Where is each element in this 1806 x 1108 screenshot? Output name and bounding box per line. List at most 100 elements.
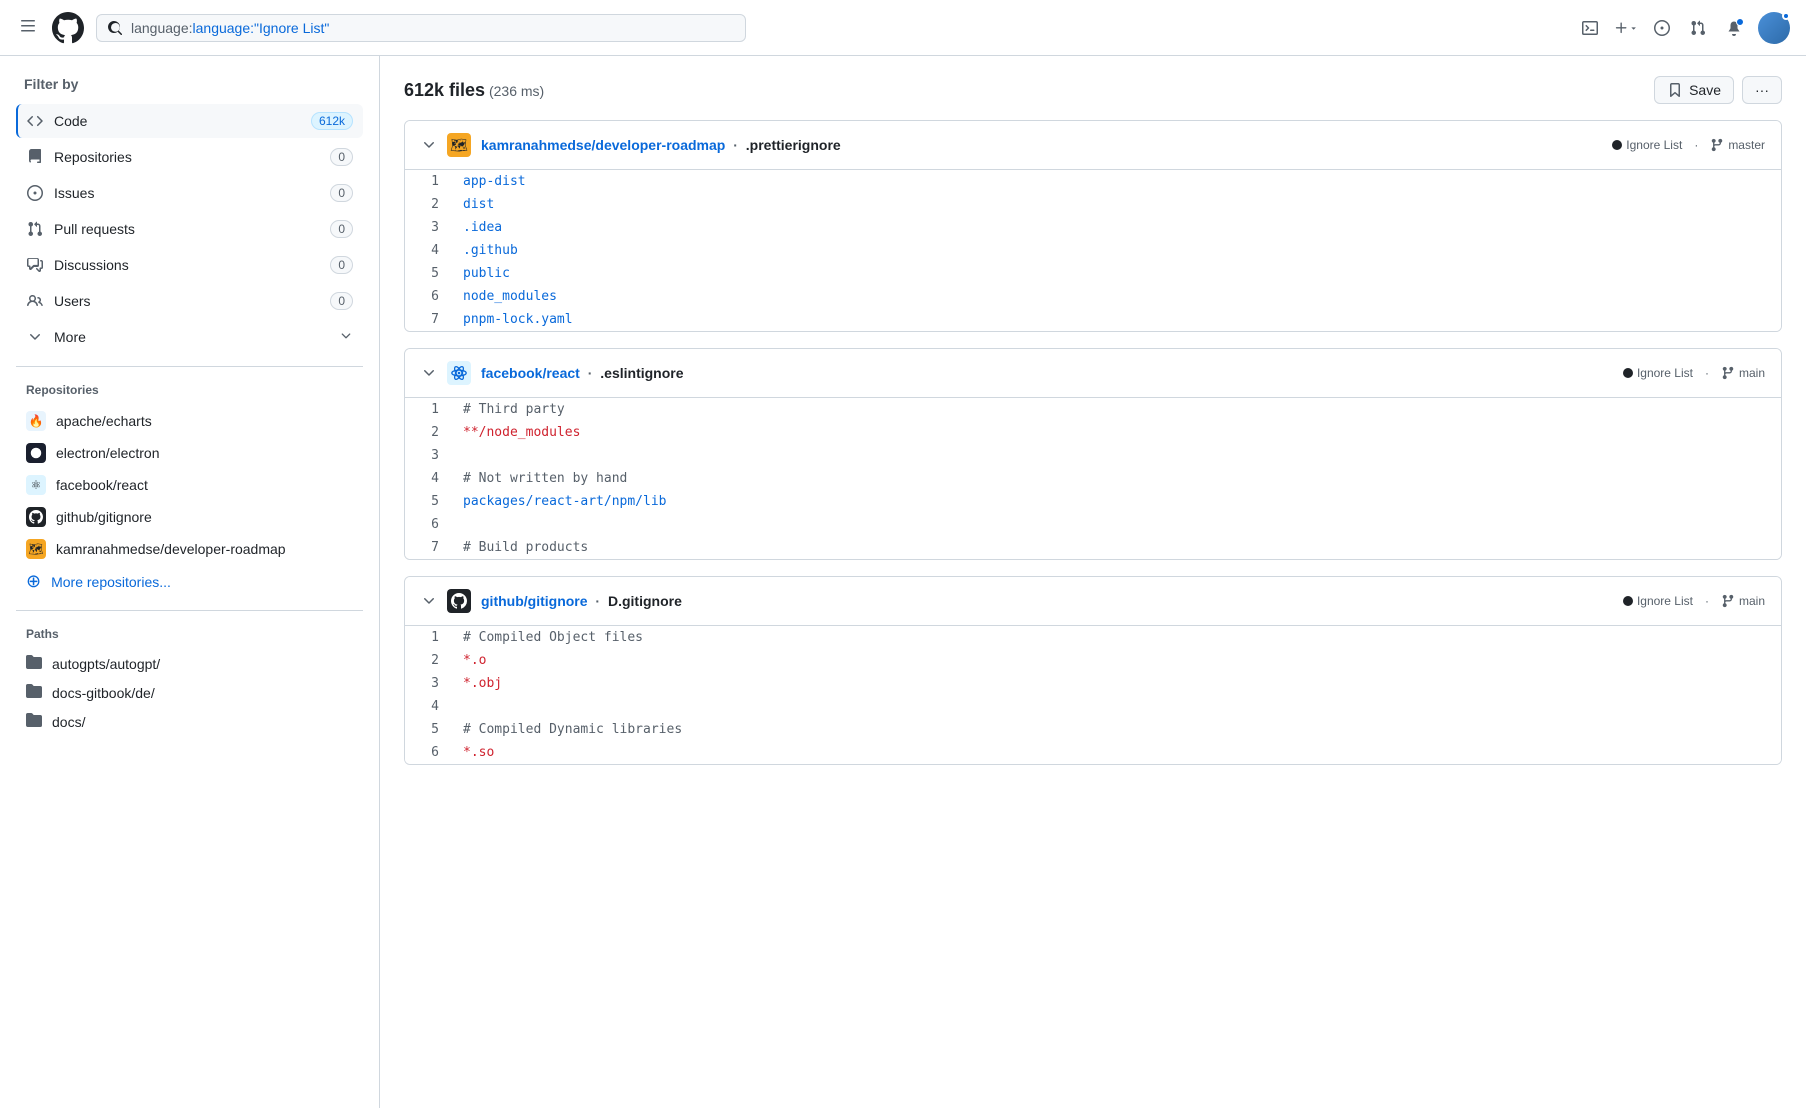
paths-list: autogpts/autogpt/docs-gitbook/de/docs/: [16, 649, 363, 736]
discussions-filter-icon: [26, 256, 44, 274]
repo-avatar: ⚛: [26, 475, 46, 495]
line-content: app-dist: [455, 172, 1781, 191]
card-repo-link[interactable]: github/gitignore: [481, 593, 588, 609]
path-label: docs-gitbook/de/: [52, 685, 155, 701]
code-line: 1# Compiled Object files: [405, 626, 1781, 649]
sidebar-path-item[interactable]: docs/: [16, 707, 363, 736]
line-number: 7: [405, 538, 455, 557]
repo-name-label: apache/echarts: [56, 413, 152, 429]
language-badge: Ignore List: [1623, 594, 1693, 608]
hamburger-menu[interactable]: [16, 14, 40, 41]
sidebar-path-item[interactable]: docs-gitbook/de/: [16, 678, 363, 707]
avatar-online-dot: [1782, 12, 1790, 20]
github-logo[interactable]: [52, 12, 84, 44]
sidebar-repo-item[interactable]: ⚛facebook/react: [16, 469, 363, 501]
sidebar: Filter by Code612kRepositories0Issues0Pu…: [0, 56, 380, 1108]
line-content: # Compiled Dynamic libraries: [455, 720, 1781, 739]
pull-requests-label: Pull requests: [54, 221, 320, 237]
more-repos-label: More repositories...: [51, 574, 171, 590]
user-avatar[interactable]: [1758, 12, 1790, 44]
line-number: 4: [405, 697, 455, 716]
line-number: 4: [405, 241, 455, 260]
notification-dot: [1736, 18, 1744, 26]
collapse-button[interactable]: [421, 365, 437, 381]
card-meta: Ignore List · main: [1623, 594, 1765, 608]
repo-name-label: electron/electron: [56, 445, 160, 461]
code-line: 2**/node_modules: [405, 421, 1781, 444]
line-content: *.o: [455, 651, 1781, 670]
repo-avatar: 🗺: [26, 539, 46, 559]
sidebar-item-discussions[interactable]: Discussions0: [16, 248, 363, 282]
card-repo-link[interactable]: kamranahmedse/developer-roadmap: [481, 137, 725, 153]
line-content: .github: [455, 241, 1781, 260]
paths-section-title: Paths: [16, 623, 363, 649]
code-line: 3*.obj: [405, 672, 1781, 695]
issues-icon[interactable]: [1650, 16, 1674, 40]
language-badge: Ignore List: [1612, 138, 1682, 152]
sidebar-repo-item[interactable]: github/gitignore: [16, 501, 363, 533]
create-chevron-icon: [1629, 23, 1638, 33]
branch-label: master: [1728, 138, 1765, 152]
card-separator: ·: [733, 137, 738, 153]
code-line: 1# Third party: [405, 398, 1781, 421]
line-number: 3: [405, 218, 455, 237]
main-layout: Filter by Code612kRepositories0Issues0Pu…: [0, 56, 1806, 1108]
sidebar-path-item[interactable]: autogpts/autogpt/: [16, 649, 363, 678]
line-number: 4: [405, 469, 455, 488]
folder-icon: [26, 654, 42, 673]
line-number: 3: [405, 446, 455, 465]
issues-label: Issues: [54, 185, 320, 201]
code-line: 7# Build products: [405, 536, 1781, 559]
code-line: 7pnpm-lock.yaml: [405, 308, 1781, 331]
pull-requests-count: 0: [330, 220, 353, 238]
search-bar[interactable]: language:language:"Ignore List": [96, 14, 746, 42]
bookmark-icon: [1667, 82, 1683, 98]
language-badge: Ignore List: [1623, 366, 1693, 380]
line-content: packages/react-art/npm/lib: [455, 492, 1781, 511]
pulls-icon[interactable]: [1686, 16, 1710, 40]
sidebar-item-code[interactable]: Code612k: [16, 104, 363, 138]
sidebar-item-issues[interactable]: Issues0: [16, 176, 363, 210]
collapse-button[interactable]: [421, 593, 437, 609]
card-repo-link[interactable]: facebook/react: [481, 365, 580, 381]
code-line: 6*.so: [405, 741, 1781, 764]
create-icon[interactable]: [1614, 16, 1638, 40]
sidebar-item-users[interactable]: Users0: [16, 284, 363, 318]
repo-avatar: [26, 443, 46, 463]
language-dot: [1623, 596, 1633, 606]
repo-avatar: [26, 507, 46, 527]
results-cards: 🗺 kamranahmedse/developer-roadmap · .pre…: [404, 120, 1782, 765]
line-content: # Compiled Object files: [455, 628, 1781, 647]
sidebar-item-more[interactable]: More: [16, 320, 363, 354]
results-time: (236 ms): [489, 83, 544, 99]
sidebar-divider-1: [16, 366, 363, 367]
collapse-button[interactable]: [421, 137, 437, 153]
card-filename: .prettierignore: [746, 137, 841, 153]
repositories-filter-icon: [26, 148, 44, 166]
line-content: **/node_modules: [455, 423, 1781, 442]
sidebar-item-repositories[interactable]: Repositories0: [16, 140, 363, 174]
folder-icon: [26, 712, 42, 731]
more-actions-button[interactable]: ···: [1742, 76, 1782, 104]
save-button[interactable]: Save: [1654, 76, 1734, 104]
notifications-icon[interactable]: [1722, 16, 1746, 40]
sidebar-repo-item[interactable]: electron/electron: [16, 437, 363, 469]
line-number: 5: [405, 720, 455, 739]
terminal-icon[interactable]: [1578, 16, 1602, 40]
code-line: 5packages/react-art/npm/lib: [405, 490, 1781, 513]
line-content: [455, 697, 1781, 716]
card-title: facebook/react · .eslintignore: [481, 365, 1613, 381]
code-line: 6: [405, 513, 1781, 536]
plus-circle-icon: ⊕: [26, 571, 41, 592]
card-filename: D.gitignore: [608, 593, 682, 609]
sidebar-repo-item[interactable]: 🗺kamranahmedse/developer-roadmap: [16, 533, 363, 565]
sidebar-item-pull-requests[interactable]: Pull requests 0: [16, 212, 363, 246]
repositories-section-title: Repositories: [16, 379, 363, 405]
card-repo-avatar: 🗺: [447, 133, 471, 157]
pull-requests-filter-icon: [26, 220, 44, 238]
sidebar-repo-item[interactable]: 🔥apache/echarts: [16, 405, 363, 437]
code-line: 4: [405, 695, 1781, 718]
more-repositories-link[interactable]: ⊕ More repositories...: [16, 565, 363, 598]
card-meta: Ignore List · master: [1612, 138, 1765, 152]
code-line: 3.idea: [405, 216, 1781, 239]
